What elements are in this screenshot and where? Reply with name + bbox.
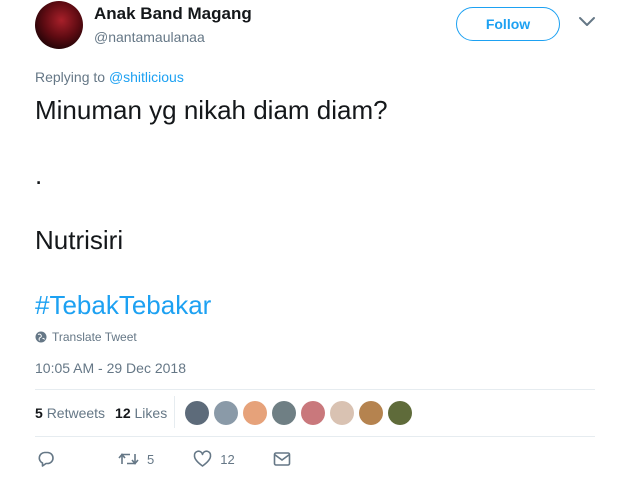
divider-top bbox=[35, 389, 595, 390]
translate-tweet-label[interactable]: Translate Tweet bbox=[52, 330, 137, 344]
direct-message-button[interactable] bbox=[273, 451, 291, 467]
liker-avatars bbox=[185, 401, 417, 425]
retweet-button[interactable]: 5 bbox=[118, 450, 154, 468]
replying-to-prefix: Replying to bbox=[35, 69, 109, 85]
hashtag-link[interactable]: #TebakTebakar bbox=[35, 290, 211, 320]
reply-button[interactable] bbox=[37, 450, 55, 468]
author-avatar[interactable] bbox=[35, 1, 83, 49]
liker-avatar[interactable] bbox=[214, 401, 238, 425]
author-handle[interactable]: @nantamaulanaa bbox=[94, 29, 205, 45]
liker-avatar[interactable] bbox=[272, 401, 296, 425]
globe-icon bbox=[35, 331, 47, 343]
retweets-stat[interactable]: 5 Retweets bbox=[35, 405, 105, 421]
retweets-count: 5 bbox=[35, 405, 43, 421]
envelope-icon bbox=[273, 452, 291, 466]
stats-divider bbox=[174, 396, 175, 428]
heart-icon bbox=[193, 450, 212, 467]
replying-to: Replying to @shitlicious bbox=[35, 69, 184, 85]
liker-avatar[interactable] bbox=[185, 401, 209, 425]
like-count: 12 bbox=[220, 451, 235, 467]
tweet-timestamp[interactable]: 10:05 AM - 29 Dec 2018 bbox=[35, 360, 186, 376]
likes-label: Likes bbox=[134, 405, 168, 421]
like-button[interactable]: 12 bbox=[193, 450, 235, 468]
replying-to-user-link[interactable]: @shitlicious bbox=[109, 69, 184, 85]
liker-avatar[interactable] bbox=[359, 401, 383, 425]
tweet-stats: 5 Retweets 12 Likes bbox=[35, 405, 167, 421]
retweet-count: 5 bbox=[147, 451, 155, 467]
retweet-icon bbox=[118, 453, 139, 465]
retweets-label: Retweets bbox=[46, 405, 106, 421]
liker-avatar[interactable] bbox=[243, 401, 267, 425]
tweet-body: Minuman yg nikah diam diam? . Nutrisiri bbox=[35, 95, 388, 255]
liker-avatar[interactable] bbox=[388, 401, 412, 425]
translate-tweet-link[interactable]: Translate Tweet bbox=[35, 330, 137, 344]
tweet-text: Minuman yg nikah diam diam? . Nutrisiri … bbox=[35, 94, 595, 322]
author-name[interactable]: Anak Band Magang bbox=[94, 4, 252, 24]
action-bar: 5 12 bbox=[35, 450, 291, 468]
liker-avatar[interactable] bbox=[330, 401, 354, 425]
chevron-down-icon[interactable] bbox=[578, 16, 596, 28]
follow-button[interactable]: Follow bbox=[456, 7, 560, 41]
likes-stat[interactable]: 12 Likes bbox=[115, 405, 167, 421]
liker-avatar[interactable] bbox=[301, 401, 325, 425]
reply-icon bbox=[38, 451, 54, 467]
divider-bottom bbox=[35, 436, 595, 437]
likes-count: 12 bbox=[115, 405, 131, 421]
